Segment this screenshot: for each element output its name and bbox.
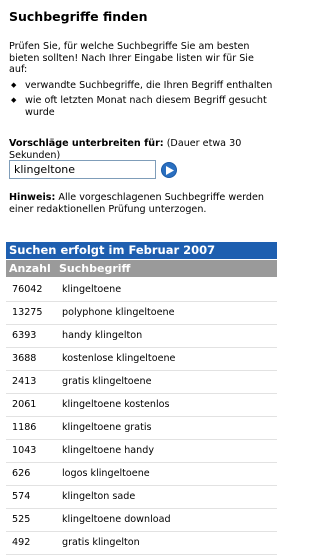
suggest-label: Vorschläge unterbreiten für: (Dauer etwa… (9, 138, 275, 161)
row-term: klingeltoene kostenlos (62, 399, 170, 410)
column-header-count: Anzahl (9, 262, 51, 275)
page-title: Suchbegriffe finden (9, 9, 148, 24)
row-term: gratis klingeltoene (62, 376, 152, 387)
table-row: 574 klingelton sade (6, 486, 277, 509)
row-term: polyphone klingeltoene (62, 307, 175, 318)
bullet-item: ◆ wie oft letzten Monat nach diesem Begr… (9, 95, 275, 118)
row-count: 2061 (12, 399, 37, 410)
intro-paragraph: Prüfen Sie, für welche Suchbegriffe Sie … (9, 41, 254, 76)
row-term: klingeltoene download (62, 514, 171, 525)
table-row: 6393 handy klingelton (6, 325, 277, 348)
bullet-item: ◆ verwandte Suchbegriffe, die Ihren Begr… (9, 80, 275, 92)
table-row: 76042 klingeltoene (6, 279, 277, 302)
hint-text: Hinweis: Alle vorgeschlagenen Suchbegrif… (9, 192, 275, 215)
table-row: 2061 klingeltoene kostenlos (6, 394, 277, 417)
arrow-right-icon (166, 166, 174, 175)
diamond-bullet-icon: ◆ (11, 80, 17, 89)
table-row: 1186 klingeltoene gratis (6, 417, 277, 440)
column-header-term: Suchbegriff (59, 262, 131, 275)
search-input[interactable] (9, 160, 156, 179)
bullet-text: wie oft letzten Monat nach diesem Begrif… (25, 95, 267, 118)
table-row: 3688 kostenlose klingeltoene (6, 348, 277, 371)
row-term: klingeltoene (62, 284, 122, 295)
row-term: gratis klingelton (62, 537, 140, 548)
row-count: 492 (12, 537, 31, 548)
row-term: klingelton sade (62, 491, 136, 502)
row-term: kostenlose klingeltoene (62, 353, 176, 364)
row-count: 525 (12, 514, 31, 525)
go-button[interactable] (161, 162, 177, 178)
row-count: 13275 (12, 307, 43, 318)
row-term: klingeltoene handy (62, 445, 154, 456)
table-row: 1043 klingeltoene handy (6, 440, 277, 463)
table-row: 492 gratis klingelton (6, 532, 277, 555)
results-table: 76042 klingeltoene 13275 polyphone klingel… (6, 279, 277, 555)
results-header: Suchen erfolgt im Februar 2007 (6, 242, 277, 259)
diamond-bullet-icon: ◆ (11, 96, 17, 105)
intro-text-block: Prüfen Sie, für welche Suchbegriffe Sie … (9, 41, 275, 119)
table-row: 626 logos klingeltoene (6, 463, 277, 486)
table-row: 13275 polyphone klingeltoene (6, 302, 277, 325)
table-row: 525 klingeltoene download (6, 509, 277, 532)
row-term: klingeltoene gratis (62, 422, 152, 433)
row-term: logos klingeltoene (62, 468, 150, 479)
results-table-header: Anzahl Suchbegriff (6, 260, 277, 277)
row-count: 574 (12, 491, 31, 502)
row-count: 76042 (12, 284, 43, 295)
row-count: 3688 (12, 353, 37, 364)
row-count: 1043 (12, 445, 37, 456)
table-row: 2413 gratis klingeltoene (6, 371, 277, 394)
row-count: 6393 (12, 330, 37, 341)
row-term: handy klingelton (62, 330, 143, 341)
hint-label: Hinweis: (9, 192, 56, 203)
suggest-label-bold: Vorschläge unterbreiten für: (9, 138, 164, 149)
row-count: 1186 (12, 422, 37, 433)
row-count: 626 (12, 468, 31, 479)
row-count: 2413 (12, 376, 37, 387)
bullet-text: verwandte Suchbegriffe, die Ihren Begrif… (25, 79, 273, 91)
